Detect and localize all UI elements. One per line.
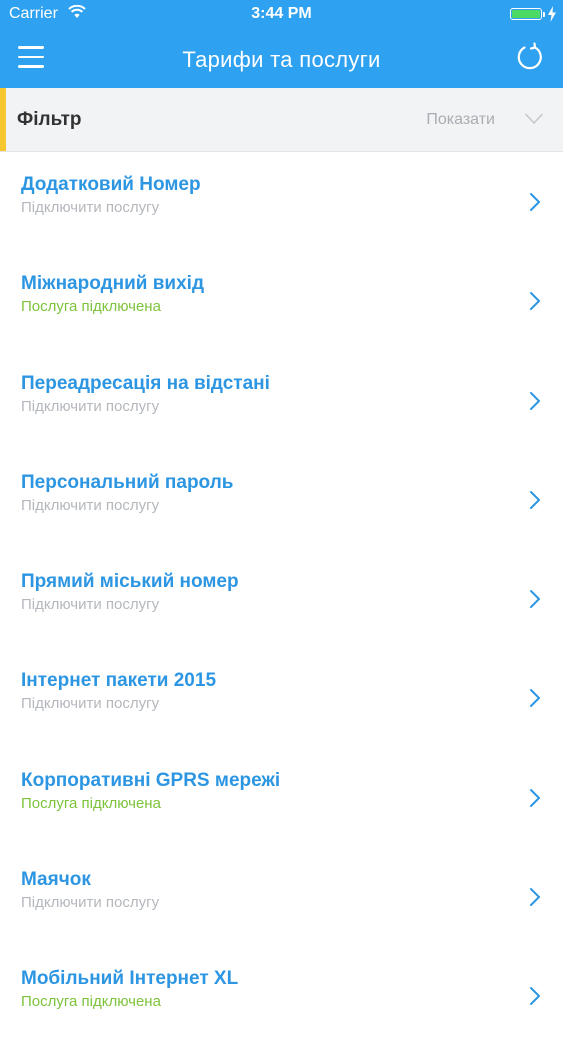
service-row[interactable]: Додатковий Номер Підключити послугу	[0, 152, 563, 251]
service-title: Корпоративні GPRS мережі	[21, 769, 281, 791]
service-status-connect: Підключити послугу	[21, 894, 160, 912]
service-row[interactable]: Міжнародний вихід Послуга підключена	[0, 251, 563, 350]
service-row[interactable]: Прямий міський номер Підключити послугу	[0, 549, 563, 648]
chevron-right-icon[interactable]	[529, 986, 541, 1006]
chevron-right-icon[interactable]	[529, 887, 541, 907]
service-status-connect: Підключити послугу	[21, 695, 160, 713]
filter-bar[interactable]: Фільтр Показати	[0, 88, 563, 152]
service-status-connect: Підключити послугу	[21, 199, 160, 216]
chevron-right-icon[interactable]	[529, 192, 541, 212]
service-row[interactable]: Переадресація на відстані Підключити посл…	[0, 351, 563, 450]
service-title: Додатковий Номер	[21, 174, 201, 195]
service-status-connect: Підключити послугу	[21, 397, 160, 415]
service-status-connected: Послуга підключена	[21, 993, 161, 1011]
status-bar: Carrier 3:44 PM	[0, 0, 563, 30]
filter-show-button[interactable]: Показати	[426, 111, 495, 129]
chevron-right-icon[interactable]	[529, 490, 541, 510]
services-list: Додатковий Номер Підключити послугу Міжнар…	[0, 152, 563, 1046]
service-title: Персональний пароль	[21, 471, 234, 493]
status-time: 3:44 PM	[251, 5, 312, 22]
navigation-bar: Тарифи та послуги	[0, 30, 563, 88]
service-row[interactable]: Персональний пароль Підключити послугу	[0, 450, 563, 549]
chevron-right-icon[interactable]	[529, 291, 541, 311]
service-status-connect: Підключити послугу	[21, 496, 160, 514]
service-title: Маячок	[21, 869, 91, 891]
service-row[interactable]: Мобільний Інтернет XL Послуга підключена	[0, 946, 563, 1045]
filter-accent	[0, 88, 6, 151]
service-title: Інтернет пакети 2015	[21, 670, 217, 692]
service-title: Мобільний Інтернет XL	[21, 968, 239, 990]
service-status-connected: Послуга підключена	[21, 794, 161, 812]
charging-icon	[548, 6, 556, 22]
page-title: Тарифи та послуги	[182, 47, 381, 72]
chevron-right-icon[interactable]	[529, 391, 541, 411]
chevron-right-icon[interactable]	[529, 589, 541, 609]
service-title: Прямий міський номер	[21, 571, 239, 593]
chevron-right-icon[interactable]	[529, 788, 541, 808]
service-status-connected: Послуга підключена	[21, 298, 161, 316]
service-row[interactable]: Корпоративні GPRS мережі Послуга підключе…	[0, 748, 563, 847]
chevron-right-icon[interactable]	[529, 688, 541, 708]
service-row[interactable]: Інтернет пакети 2015 Підключити послугу	[0, 648, 563, 747]
filter-label: Фільтр	[17, 109, 82, 130]
battery-nub	[543, 12, 545, 17]
refresh-icon[interactable]	[515, 42, 545, 72]
service-title: Переадресація на відстані	[21, 372, 270, 394]
service-status-connect: Підключити послугу	[21, 596, 160, 614]
top-bar: Carrier 3:44 PM Тарифи та послуги	[0, 0, 563, 88]
chevron-down-icon[interactable]	[525, 113, 543, 125]
service-title: Міжнародний вихід	[21, 273, 205, 295]
battery-icon	[510, 8, 542, 20]
service-row[interactable]: Маячок Підключити послугу	[0, 847, 563, 946]
